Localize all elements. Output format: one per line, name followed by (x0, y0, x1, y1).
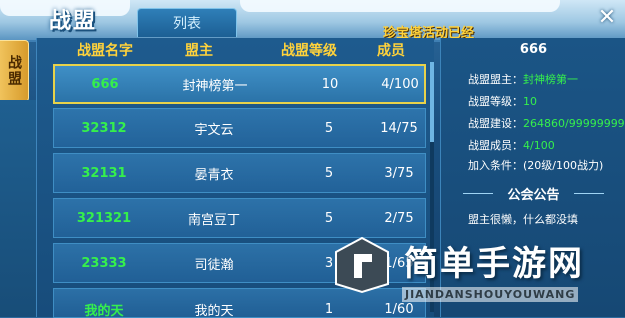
alliance-members: 2/75 (384, 210, 414, 226)
alliance-name: 666 (91, 76, 119, 92)
tab-list[interactable]: 列表 (137, 8, 237, 37)
scroll-thumb[interactable] (430, 62, 434, 142)
alliance-leader: 封神榜第一 (182, 78, 248, 94)
detail-members: 战盟成员：4/100 (468, 137, 555, 153)
snow-decoration (240, 0, 560, 12)
column-header-level: 战盟等级 (281, 43, 337, 59)
column-headers: 战盟名字 盟主 战盟等级 成员 (37, 38, 434, 62)
left-strip (0, 100, 36, 317)
detail-alliance-name: 666 (519, 42, 548, 57)
column-header-leader: 盟主 (185, 43, 213, 59)
alliance-detail-panel: 666 战盟盟主：封神榜第一 战盟等级：10 战盟建设：264860/99999… (440, 38, 625, 317)
alliance-name: 23333 (81, 255, 127, 271)
alliance-leader: 晏青衣 (194, 167, 234, 183)
alliance-members: 1/65 (384, 255, 414, 271)
table-row[interactable]: 23333 司徒瀚 3 1/65 (53, 243, 426, 283)
alliance-members: 1/60 (384, 301, 414, 317)
detail-leader: 战盟盟主：封神榜第一 (468, 71, 578, 87)
window-title: 战盟 (48, 9, 97, 34)
table-row[interactable]: 321321 南宫豆丁 5 2/75 (53, 198, 426, 238)
alliance-leader: 我的天 (194, 303, 234, 318)
alliance-members: 4/100 (381, 76, 419, 92)
detail-members-value: 4/100 (523, 139, 555, 152)
top-banner: 战盟 列表 珍宝塔活动已经 ✕ (0, 0, 625, 42)
alliance-name: 我的天 (84, 303, 124, 318)
list-scrollbar[interactable] (430, 62, 434, 312)
detail-leader-label: 战盟盟主： (468, 73, 523, 86)
alliance-leader: 宇文云 (194, 122, 234, 138)
alliance-members: 3/75 (384, 165, 414, 181)
table-row[interactable]: 32131 晏青衣 5 3/75 (53, 153, 426, 193)
close-button[interactable]: ✕ (594, 4, 620, 30)
alliance-name: 321321 (76, 210, 132, 226)
detail-build: 战盟建设：264860/99999999 (468, 115, 625, 131)
announcement-title: 公会公告 (507, 188, 560, 203)
alliance-leader: 南宫豆丁 (187, 212, 240, 228)
table-row[interactable]: 32312 宇文云 5 14/75 (53, 108, 426, 148)
table-row[interactable]: 我的天 我的天 1 1/60 (53, 288, 426, 318)
alliance-list-panel: 战盟名字 盟主 战盟等级 成员 666 封神榜第一 10 4/100 32312… (36, 38, 434, 318)
close-icon: ✕ (597, 4, 617, 30)
detail-leader-value: 封神榜第一 (523, 73, 578, 86)
alliance-leader: 司徒瀚 (194, 257, 234, 273)
side-tab-alliance[interactable]: 战盟 (0, 40, 29, 102)
alliance-name: 32131 (81, 165, 127, 181)
table-row[interactable]: 666 封神榜第一 10 4/100 (53, 64, 426, 104)
detail-level: 战盟等级：10 (468, 93, 537, 109)
announcement-text: 盟主很懒，什么都没填 (468, 213, 578, 226)
detail-level-value: 10 (523, 95, 537, 108)
detail-build-label: 战盟建设： (468, 117, 523, 130)
alliance-members: 14/75 (380, 120, 418, 136)
detail-build-value: 264860/99999999 (523, 117, 625, 130)
column-header-name: 战盟名字 (77, 43, 133, 59)
detail-join-condition: 加入条件：(20级/100战力) (468, 159, 604, 172)
detail-level-label: 战盟等级： (468, 95, 523, 108)
column-header-members: 成员 (377, 43, 405, 59)
detail-members-label: 战盟成员： (468, 139, 523, 152)
alliance-name: 32312 (81, 120, 127, 136)
